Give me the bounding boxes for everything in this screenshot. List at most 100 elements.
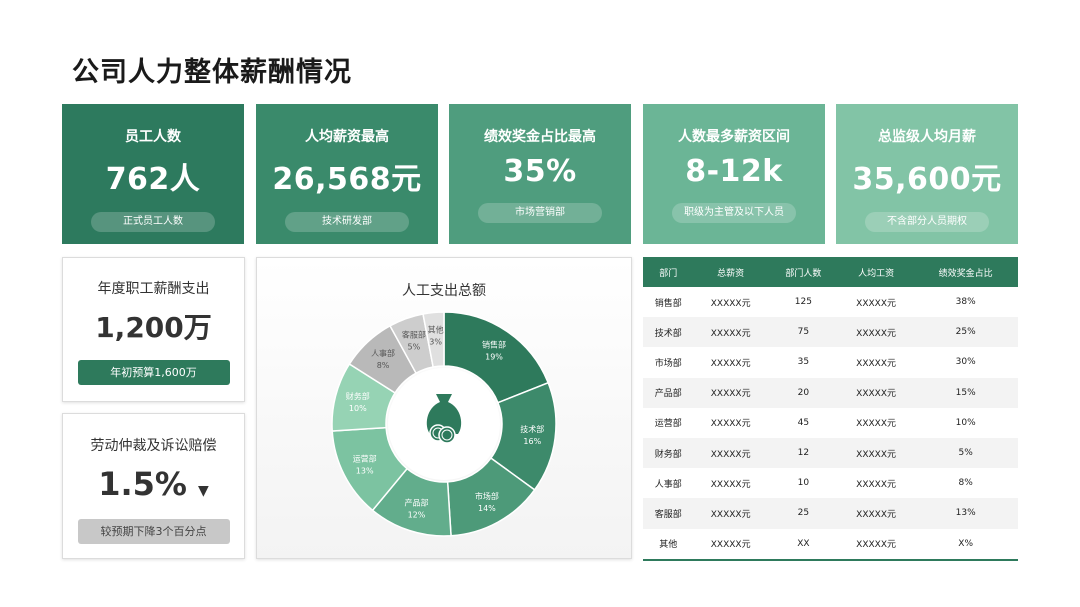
table-cell: 10% <box>955 417 976 428</box>
table-cell: 10 <box>797 478 810 489</box>
table-cell: 其他 <box>643 528 694 561</box>
table-cell: XXXXX元 <box>838 377 914 408</box>
table-cell: 35 <box>797 357 810 368</box>
table-cell: 20 <box>767 377 839 408</box>
table-cell: XX <box>767 528 839 561</box>
table-cell: X% <box>913 528 1018 561</box>
table-row: 客服部 XXXXX元 25 XXXXX元 13% <box>643 498 1018 529</box>
table-cell: XXXXX元 <box>838 437 914 469</box>
table-cell: 125 <box>794 297 812 308</box>
annual-payroll-value: 1,200万 <box>95 311 212 344</box>
table-cell: 25 <box>767 498 839 529</box>
kpi-value: 35,600元 <box>852 162 1002 197</box>
labor-dispute-card: 劳动仲裁及诉讼赔偿 1.5% ▼ 较预期下降3个百分点 <box>62 413 245 559</box>
donut-label-销售部: 销售部 <box>482 339 506 349</box>
kpi-value: 8-12k <box>685 154 783 189</box>
table-cell: XXXXX元 <box>856 358 896 369</box>
donut-label-其他: 其他 <box>428 324 444 334</box>
department-salary-table: 部门 总薪资 部门人数 人均工资 绩效奖金占比 销售部 XXXXX元 125 X… <box>643 257 1018 561</box>
table-cell: 38% <box>955 297 976 308</box>
table-header-cell: 人均工资 <box>838 257 914 287</box>
donut-value-其他: 3% <box>429 337 442 346</box>
table-cell: 市场部 <box>654 358 682 369</box>
annual-budget-note: 年初预算1,600万 <box>77 360 230 385</box>
table-cell: 5% <box>913 437 1018 469</box>
table-row: 运营部 XXXXX元 45 XXXXX元 10% <box>643 408 1018 438</box>
donut-value-销售部: 19% <box>485 352 503 361</box>
table-cell: XXXXX元 <box>693 317 768 348</box>
kpi-card-director-salary: 总监级人均月薪 35,600元 不含部分人员期权 <box>836 104 1018 244</box>
table-cell: 45 <box>797 417 810 428</box>
table-cell: 75 <box>767 317 839 348</box>
table-cell: 8% <box>958 478 973 489</box>
donut-value-客服部: 5% <box>408 342 421 351</box>
table-header-cell: 总薪资 <box>693 257 768 287</box>
labor-cost-donut-chart: 销售部 19% 技术部 16% 市场部 14% 产品部 12% 运营部 13% 财务部 10% 人事部 8… <box>331 311 557 537</box>
kpi-card-highest-salary: 人均薪资最高 26,568元 技术研发部 <box>256 104 438 244</box>
table-row: 销售部 XXXXX元 125 XXXXX元 38% <box>643 287 1018 317</box>
down-arrow-icon: ▼ <box>198 483 209 499</box>
table-header-row: 部门 总薪资 部门人数 人均工资 绩效奖金占比 <box>643 257 1018 287</box>
table-row: 其他 XXXXX元 XX XXXXX元 X% <box>643 528 1018 561</box>
donut-label-财务部: 财务部 <box>346 391 370 401</box>
table-cell: XXXXX元 <box>710 358 751 369</box>
kpi-label: 总监级人均月薪 <box>878 129 976 145</box>
donut-label-产品部: 产品部 <box>404 498 428 508</box>
kpi-value: 762人 <box>105 162 201 197</box>
table-cell: 财务部 <box>643 437 694 469</box>
table-cell: XXXXX元 <box>693 498 768 529</box>
labor-dispute-value: 1.5% <box>98 465 187 503</box>
kpi-label: 人均薪资最高 <box>305 129 389 145</box>
table-row: 人事部 XXXXX元 10 XXXXX元 8% <box>643 468 1018 498</box>
kpi-label: 绩效奖金占比最高 <box>484 129 596 145</box>
donut-value-运营部: 13% <box>356 466 374 475</box>
table-cell: 产品部 <box>643 377 694 408</box>
annual-payroll-card: 年度职工薪酬支出 1,200万 年初预算1,600万 <box>62 257 245 402</box>
labor-dispute-label: 劳动仲裁及诉讼赔偿 <box>90 438 217 454</box>
table-cell: XXXXX元 <box>856 419 896 430</box>
table-cell: 25% <box>913 317 1018 348</box>
kpi-label: 员工人数 <box>125 129 181 145</box>
kpi-note: 职级为主管及以下人员 <box>672 203 796 223</box>
table-row: 财务部 XXXXX元 12 XXXXX元 5% <box>643 437 1018 469</box>
table-cell: XXXXX元 <box>693 437 768 469</box>
table-cell: XXXXX元 <box>838 317 914 348</box>
table-cell: XXXXX元 <box>710 479 751 490</box>
table-header-cell: 部门 <box>643 257 694 287</box>
donut-label-客服部: 客服部 <box>402 329 426 339</box>
donut-value-产品部: 12% <box>408 511 426 520</box>
donut-value-技术部: 16% <box>523 437 541 446</box>
table-cell: 销售部 <box>654 298 682 309</box>
kpi-label: 人数最多薪资区间 <box>678 129 790 145</box>
table-cell: XXXXX元 <box>710 419 751 430</box>
kpi-card-salary-range: 人数最多薪资区间 8-12k 职级为主管及以下人员 <box>643 104 825 244</box>
labor-dispute-note: 较预期下降3个百分点 <box>77 519 230 544</box>
kpi-note: 市场营销部 <box>478 203 602 223</box>
kpi-value: 26,568元 <box>272 162 422 197</box>
kpi-note: 正式员工人数 <box>91 212 215 232</box>
table-cell: 人事部 <box>654 479 682 490</box>
table-cell: XXXXX元 <box>693 528 768 561</box>
table-row: 技术部 XXXXX元 75 XXXXX元 25% <box>643 317 1018 348</box>
table-cell: 12 <box>767 437 839 469</box>
kpi-value: 35% <box>503 154 577 189</box>
table-cell: 13% <box>913 498 1018 529</box>
donut-value-市场部: 14% <box>478 504 496 513</box>
table-cell: 客服部 <box>643 498 694 529</box>
table-header-cell: 绩效奖金占比 <box>913 257 1018 287</box>
donut-value-财务部: 10% <box>349 404 367 413</box>
table-cell: XXXXX元 <box>838 498 914 529</box>
donut-label-技术部: 技术部 <box>520 424 544 434</box>
kpi-card-bonus-ratio: 绩效奖金占比最高 35% 市场营销部 <box>449 104 631 244</box>
table-cell: XXXXX元 <box>710 298 751 309</box>
table-cell: XXXXX元 <box>693 377 768 408</box>
table-cell: 15% <box>913 377 1018 408</box>
table-cell: 30% <box>955 357 976 368</box>
table-header-cell: 部门人数 <box>767 257 839 287</box>
table-cell: XXXXX元 <box>856 298 896 309</box>
labor-cost-chart-card: 人工支出总额 销售部 19% 技术部 16% 市场部 14% 产品部 12% 运营部 13% 财务部… <box>256 257 632 559</box>
kpi-note: 不含部分人员期权 <box>865 212 989 232</box>
table-cell: XXXXX元 <box>838 528 914 561</box>
donut-label-市场部: 市场部 <box>475 491 499 501</box>
donut-label-人事部: 人事部 <box>371 348 395 358</box>
